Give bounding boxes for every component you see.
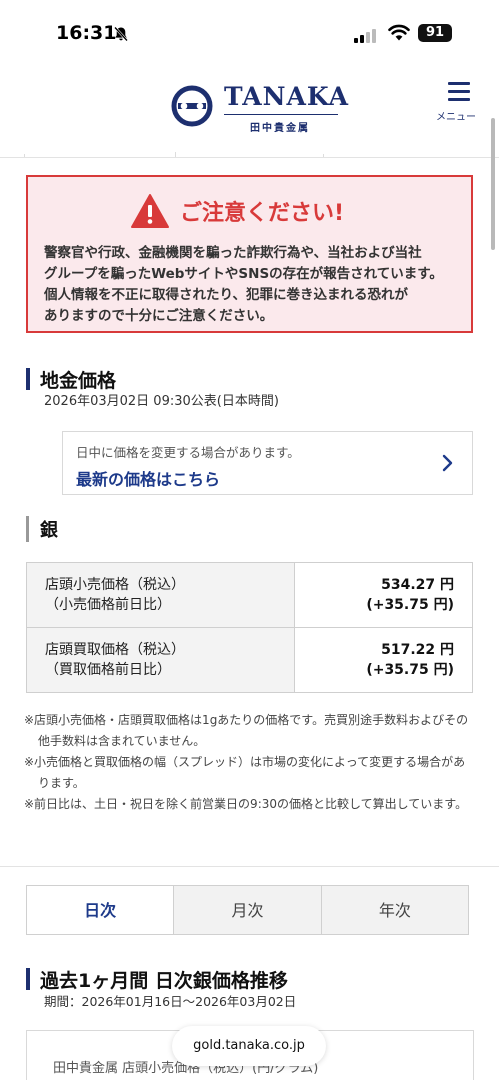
note-item: ※店頭小売価格・店頭買取価格は1gあたりの価格です。売買別途手数料およびその他手…: [24, 713, 469, 748]
site-header: TANAKA 田中貴金属 メニュー: [0, 64, 499, 154]
tab-monthly[interactable]: 月次: [173, 886, 321, 934]
bell-off-icon: [113, 26, 129, 46]
history-period: 期間：2026年01月16日〜2026年03月02日: [44, 994, 297, 1009]
status-bar: 16:31 91: [0, 0, 499, 64]
browser-url-bar[interactable]: gold.tanaka.co.jp: [172, 1026, 326, 1066]
table-row: 店頭買取価格（税込） （買取価格前日比） 517.22 円 (+35.75 円): [26, 627, 473, 693]
latest-price-link-box[interactable]: 日中に価格を変更する場合があります。 最新の価格はこちら: [62, 431, 473, 495]
note-item: ※小売価格と買取価格の幅（スプレッド）は市場の変化によって変更する場合があります…: [24, 755, 466, 790]
price-value: 517.22 円 (+35.75 円): [294, 627, 473, 693]
history-title: 過去1ヶ月間 日次銀価格推移: [26, 966, 288, 993]
logo-text-jp: 田中貴金属: [250, 123, 310, 134]
status-time: 16:31: [56, 22, 117, 44]
hamburger-icon: [448, 82, 470, 106]
tanaka-logo[interactable]: TANAKA 田中貴金属: [170, 82, 348, 134]
warning-line: 個人情報を不正に取得されたり、犯罪に巻き込まれる恐れが: [44, 287, 408, 303]
logo-text-en: TANAKA: [224, 82, 349, 111]
warning-title: ご注意ください!: [180, 201, 345, 226]
tab-daily[interactable]: 日次: [27, 886, 174, 934]
logo-rule: [224, 114, 338, 115]
metal-title-silver: 銀: [26, 516, 58, 542]
price-label: 店頭小売価格（税込） （小売価格前日比）: [26, 562, 295, 628]
cellular-signal-icon: [354, 28, 376, 47]
divider: [0, 866, 499, 867]
silver-price-table: 店頭小売価格（税込） （小売価格前日比） 534.27 円 (+35.75 円)…: [26, 562, 473, 693]
announced-date: 2026年03月02日 09:30公表(日本時間): [44, 394, 279, 409]
section-title-bullion-price: 地金価格: [26, 366, 116, 393]
menu-button[interactable]: メニュー: [436, 80, 486, 124]
price-value: 534.27 円 (+35.75 円): [294, 562, 473, 628]
chevron-right-icon: [442, 454, 454, 476]
warning-line: ありますので十分にご注意ください。: [44, 308, 274, 324]
price-notes: ※店頭小売価格・店頭買取価格は1gあたりの価格です。売買別途手数料およびその他手…: [24, 710, 476, 815]
warning-line: 警察官や行政、金融機関を騙った詐欺行為や、当社および当社: [44, 245, 422, 261]
period-tabs: 日次 月次 年次: [26, 885, 469, 935]
latest-price-link[interactable]: 最新の価格はこちら: [76, 466, 220, 490]
wifi-icon: [388, 24, 410, 46]
fraud-warning-box: ご注意ください! 警察官や行政、金融機関を騙った詐欺行為や、当社および当社 グル…: [26, 175, 473, 333]
price-label: 店頭買取価格（税込） （買取価格前日比）: [26, 627, 295, 693]
tanaka-logo-mark-icon: [170, 84, 214, 132]
tab-yearly[interactable]: 年次: [320, 886, 468, 934]
scrollbar[interactable]: [491, 118, 495, 250]
warning-triangle-icon: [130, 193, 170, 233]
warning-line: グループを騙ったWebサイトやSNSの存在が報告されています。: [44, 266, 443, 282]
note-item: ※前日比は、土日・祝日を除く前営業日の9:30の価格と比較して算出しています。: [24, 797, 468, 811]
price-change-notice: 日中に価格を変更する場合があります。: [76, 445, 300, 460]
battery-indicator: 91: [418, 24, 452, 42]
warning-message: 警察官や行政、金融機関を騙った詐欺行為や、当社および当社 グループを騙ったWeb…: [44, 243, 462, 327]
menu-label: メニュー: [436, 112, 476, 123]
divider: [0, 157, 499, 158]
table-row: 店頭小売価格（税込） （小売価格前日比） 534.27 円 (+35.75 円): [26, 562, 473, 628]
